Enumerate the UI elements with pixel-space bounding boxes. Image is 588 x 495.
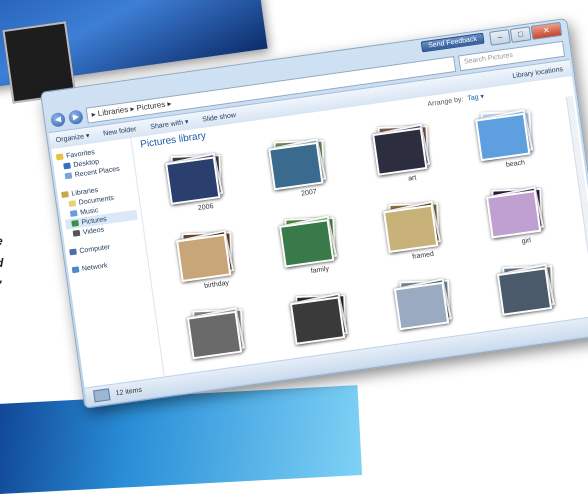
photo-stack[interactable]: birthday [157,219,270,301]
photo-stack[interactable]: beach [456,98,569,180]
computer-icon [69,248,77,256]
background-banner [0,385,363,495]
photo-thumbnail [485,190,542,239]
photo-stack[interactable]: 2006 [146,141,259,223]
minimize-button[interactable]: – [489,29,511,46]
star-icon [55,153,64,161]
slide-show-button[interactable]: Slide show [202,112,237,124]
close-button[interactable]: ✕ [530,21,563,40]
pictures-icon [71,219,80,227]
share-with-button[interactable]: Share with ▾ [150,118,189,131]
photo-thumbnail [371,127,427,176]
organize-button[interactable]: Organize ▾ [55,132,90,145]
photo-stack[interactable]: family [260,204,373,286]
desktop-icon [63,162,71,170]
item-count: 12 items [115,386,143,397]
explorer-window: Send Feedback – □ ✕ ◀ ▶ ▸ Libraries ▸ Pi… [40,17,588,409]
photo-thumbnail [279,219,335,268]
quote-fragment: ed" [0,230,36,296]
new-folder-button[interactable]: New folder [103,125,137,137]
recent-places-icon [64,172,73,180]
photo-stack[interactable]: framed [363,190,476,272]
photo-thumbnail [290,296,346,345]
arrange-by-dropdown[interactable]: Tag ▾ [467,93,485,102]
pictures-library-icon [93,388,111,403]
nav-network[interactable]: Network [71,255,144,275]
photo-stack[interactable]: girl [466,175,579,257]
photo-stack[interactable]: art [352,112,465,194]
documents-icon [68,200,77,208]
library-icon [61,191,69,198]
nav-computer[interactable]: Computer [69,237,142,257]
photo-thumbnail [474,112,531,162]
back-icon[interactable]: ◀ [50,111,66,128]
photo-thumbnail [268,141,324,191]
photo-thumbnail [165,156,221,205]
photo-thumbnail [175,233,232,283]
forward-icon[interactable]: ▶ [67,109,84,126]
photo-thumbnail [393,281,449,331]
arrange-by: Arrange by: Tag ▾ [427,93,485,109]
photo-stack[interactable]: 2007 [249,127,362,209]
feedback-button[interactable]: Send Feedback [420,32,485,53]
videos-icon [72,229,81,237]
photo-thumbnail [496,267,552,316]
photo-thumbnail [186,310,243,360]
music-icon [69,210,78,217]
network-icon [71,266,80,274]
photo-thumbnail [382,204,438,254]
maximize-button[interactable]: □ [509,26,532,43]
